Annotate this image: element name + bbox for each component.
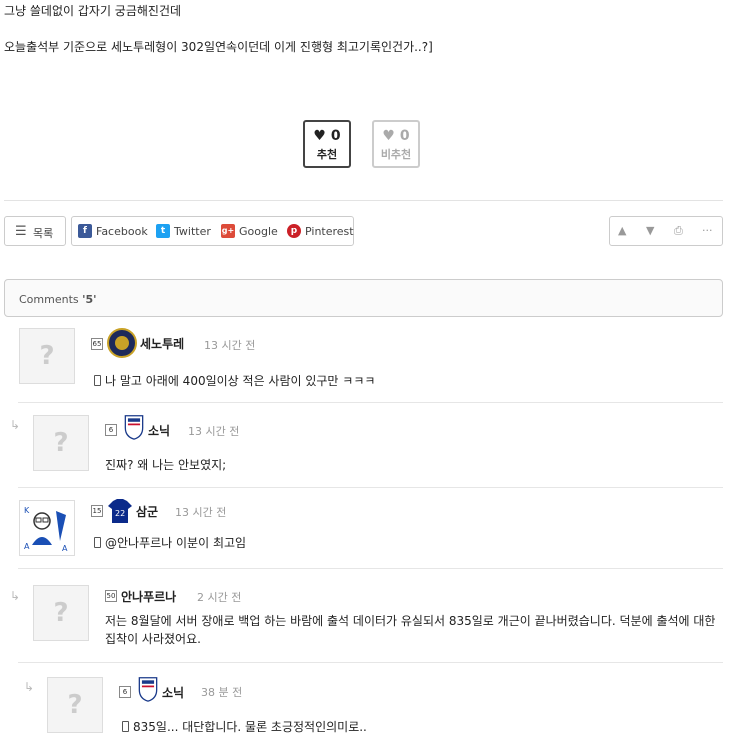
mobile-icon xyxy=(94,537,101,548)
share-google-label: Google xyxy=(239,224,278,238)
post-nav-group: ▲ ▼ ⎙ ··· xyxy=(609,216,723,246)
user-avatar-image: K A A xyxy=(24,506,68,553)
comment-author[interactable]: 삼군 xyxy=(136,503,158,520)
post-body-line-1: 그냥 쓸데없이 갑자기 궁금해진건데 xyxy=(4,4,182,18)
svg-text:22: 22 xyxy=(115,509,125,518)
level-badge: 6 xyxy=(105,424,117,436)
avatar: ? xyxy=(47,677,103,733)
not-recommend-count: 0 xyxy=(399,128,410,144)
comment-text: 진짜? 왜 나는 안보였지; xyxy=(105,458,227,472)
comment-time: 13 시간 전 xyxy=(175,506,227,519)
level-badge: 6 xyxy=(119,686,131,698)
reply-arrow-icon: ↳ xyxy=(10,589,21,603)
divider xyxy=(18,662,723,663)
arrow-up-icon[interactable]: ▲ xyxy=(618,224,626,237)
divider xyxy=(18,487,723,488)
svg-text:A: A xyxy=(62,544,68,553)
more-icon[interactable]: ··· xyxy=(702,224,713,237)
share-facebook-label: Facebook xyxy=(96,224,148,238)
divider xyxy=(4,200,723,201)
user-emblem-icon xyxy=(124,415,144,440)
comments-header: Comments '5' xyxy=(4,279,723,317)
comment-text: @안나푸르나 이분이 최고임 xyxy=(94,534,246,551)
svg-text:K: K xyxy=(24,506,30,515)
comments-title: Comments '5' xyxy=(19,293,97,306)
level-badge: 15 xyxy=(91,505,103,517)
comment-time: 2 시간 전 xyxy=(197,591,242,604)
comment-time: 13 시간 전 xyxy=(204,339,256,352)
comment-author[interactable]: 세노투레 xyxy=(140,335,184,352)
list-button[interactable]: ☰ 목록 xyxy=(4,216,66,246)
heart-icon: ♥ xyxy=(382,128,395,144)
twitter-icon: t xyxy=(156,224,170,238)
comments-count: '5' xyxy=(82,293,97,306)
comment-text: 835일... 대단합니다. 물론 초긍정적인의미로.. xyxy=(122,718,367,735)
share-pinterest-label: Pinterest xyxy=(305,224,354,238)
list-button-label: 목록 xyxy=(33,227,54,240)
print-icon[interactable]: ⎙ xyxy=(674,224,683,238)
not-recommend-button[interactable]: ♥ 0 비추천 xyxy=(372,120,420,168)
avatar: K A A xyxy=(19,500,75,556)
mobile-icon xyxy=(122,721,129,732)
level-badge: 65 xyxy=(91,338,103,350)
share-pinterest-button[interactable]: p Pinterest xyxy=(287,223,354,239)
avatar: ? xyxy=(33,415,89,471)
share-twitter-button[interactable]: t Twitter xyxy=(156,223,211,239)
google-plus-icon: g+ xyxy=(221,224,235,238)
share-facebook-button[interactable]: f Facebook xyxy=(78,223,148,239)
user-emblem-icon: 22 xyxy=(108,499,132,523)
level-badge: 50 xyxy=(105,590,117,602)
pinterest-icon: p xyxy=(287,224,301,238)
share-twitter-label: Twitter xyxy=(174,224,211,238)
recommend-count: 0 xyxy=(330,128,341,144)
share-google-button[interactable]: g+ Google xyxy=(221,223,278,239)
user-emblem-icon xyxy=(107,328,137,358)
recommend-label: 추천 xyxy=(316,148,338,161)
reply-arrow-icon: ↳ xyxy=(10,418,21,432)
comment-text: 나 말고 아래에 400일이상 적은 사람이 있구만 ㅋㅋㅋ xyxy=(94,372,375,389)
comment-author[interactable]: 안나푸르나 xyxy=(121,588,176,605)
recommend-button[interactable]: ♥ 0 추천 xyxy=(303,120,351,168)
menu-icon: ☰ xyxy=(15,224,27,239)
comment-text: 저는 8월달에 서버 장애로 백업 하는 바람에 출석 데이터가 유실되서 83… xyxy=(105,614,716,646)
not-recommend-label: 비추천 xyxy=(380,148,412,161)
comment-time: 38 분 전 xyxy=(201,686,243,699)
user-emblem-icon xyxy=(138,677,158,702)
arrow-down-icon[interactable]: ▼ xyxy=(646,224,654,237)
facebook-icon: f xyxy=(78,224,92,238)
avatar: ? xyxy=(19,328,75,384)
mobile-icon xyxy=(94,375,101,386)
reply-arrow-icon: ↳ xyxy=(24,680,35,694)
comment-author[interactable]: 소닉 xyxy=(148,422,170,439)
divider xyxy=(18,402,723,403)
comment-author[interactable]: 소닉 xyxy=(162,684,184,701)
heart-icon: ♥ xyxy=(313,128,326,144)
share-group: f Facebook t Twitter g+ Google p Pintere… xyxy=(71,216,354,246)
svg-text:A: A xyxy=(24,542,30,551)
post-body-line-2: 오늘출석부 기준으로 세노투레형이 302일연속이던데 이게 진행형 최고기록인… xyxy=(4,40,433,54)
avatar: ? xyxy=(33,585,89,641)
comment-time: 13 시간 전 xyxy=(188,425,240,438)
divider xyxy=(18,568,723,569)
